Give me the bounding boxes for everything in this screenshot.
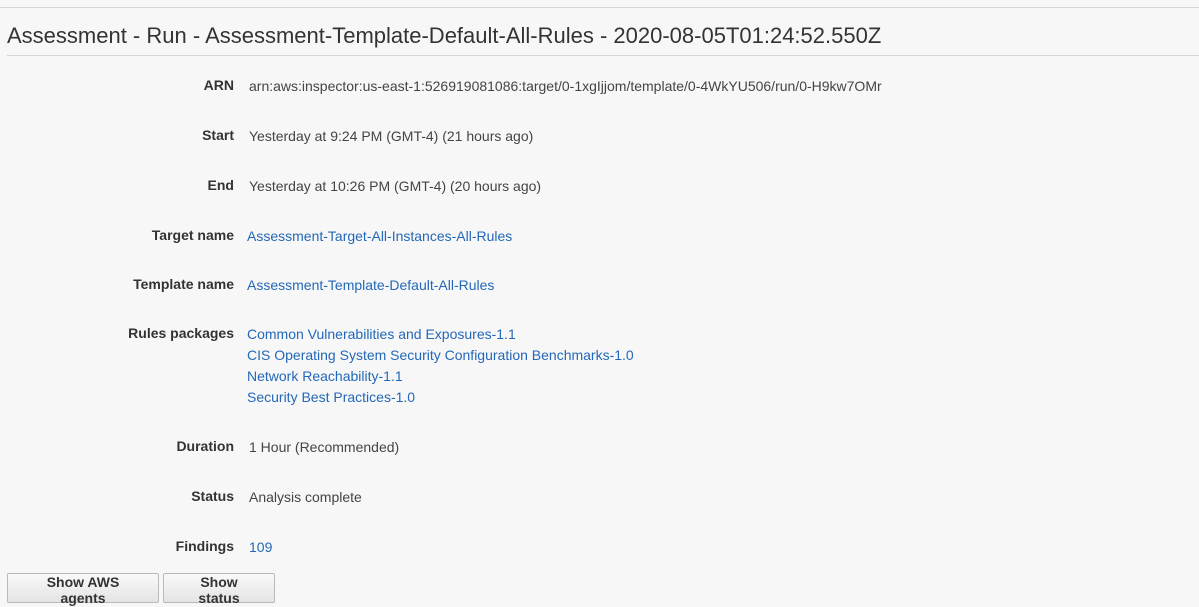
duration-label: Duration [176,438,234,454]
start-value: Yesterday at 9:24 PM (GMT-4) (21 hours a… [249,128,534,144]
target-name-label: Target name [151,227,234,243]
rules-packages-label: Rules packages [128,325,234,341]
template-name-link[interactable]: Assessment-Template-Default-All-Rules [247,275,494,296]
title-divider [7,55,1199,56]
end-label: End [207,177,234,193]
status-label: Status [191,488,234,504]
show-aws-agents-button[interactable]: Show AWS agents [7,573,159,606]
rules-package-link[interactable]: CIS Operating System Security Configurat… [247,345,634,366]
rules-packages-list: Common Vulnerabilities and Exposures-1.1… [247,324,634,408]
arn-value: arn:aws:inspector:us-east-1:526919081086… [249,78,882,94]
duration-value: 1 Hour (Recommended) [249,439,400,455]
rules-package-link[interactable]: Network Reachability-1.1 [247,366,634,387]
status-value: Analysis complete [249,489,362,505]
findings-label: Findings [175,538,234,554]
template-name-label: Template name [133,276,234,292]
end-value: Yesterday at 10:26 PM (GMT-4) (20 hours … [249,178,542,194]
target-name-link[interactable]: Assessment-Target-All-Instances-All-Rule… [247,226,512,247]
show-status-button[interactable]: Show status [163,573,275,606]
rules-package-link[interactable]: Security Best Practices-1.0 [247,387,634,408]
start-label: Start [202,127,234,143]
findings-count-link[interactable]: 109 [249,537,272,558]
page-title: Assessment - Run - Assessment-Template-D… [7,23,882,48]
rules-package-link[interactable]: Common Vulnerabilities and Exposures-1.1 [247,324,634,345]
arn-label: ARN [203,77,234,93]
top-divider [0,7,1199,8]
